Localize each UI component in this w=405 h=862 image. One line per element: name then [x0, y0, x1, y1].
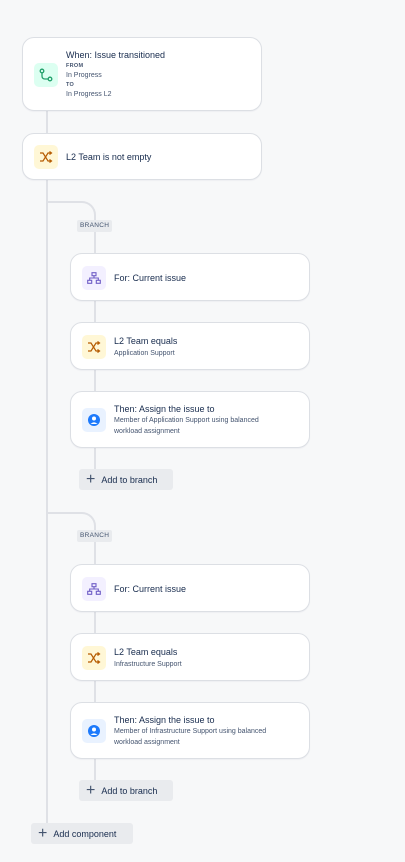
branch-1-condition-title: L2 Team equals: [114, 336, 178, 346]
plus-icon: +: [86, 470, 96, 488]
condition-title: L2 Team is not empty: [66, 152, 152, 162]
branch-2-connector-a: [94, 611, 96, 633]
trigger-from-value: In Progress: [66, 72, 102, 79]
branch-1-tag: BRANCH: [77, 220, 113, 232]
branch-1-for-title: For: Current issue: [114, 273, 187, 283]
branch-2-condition-value: Infrastructure Support: [114, 661, 182, 668]
branch-2-connector-c: [94, 758, 96, 780]
connector-trigger-condition: [46, 110, 48, 134]
plus-icon: +: [86, 781, 96, 799]
user-icon: [82, 408, 106, 432]
branch-1-connector-a: [94, 300, 96, 322]
branch-1-for-card[interactable]: For: Current issue: [70, 253, 310, 301]
branch-2-action-line1: Member of Infrastructure Support using b…: [114, 728, 267, 735]
branch-1-action-card[interactable]: Then: Assign the issue to Member of Appl…: [70, 391, 310, 448]
branch-2-connector-b: [94, 680, 96, 702]
branch-1-connector-b: [94, 369, 96, 392]
hierarchy-icon: [82, 577, 106, 601]
branch-2-condition-title: L2 Team equals: [114, 647, 178, 657]
branch-2-condition-card[interactable]: L2 Team equals Infrastructure Support: [70, 633, 310, 681]
connector-main-trunk: [46, 179, 48, 824]
trigger-card[interactable]: When: Issue transitioned FROM In Progres…: [22, 37, 262, 111]
shuffle-icon: [34, 145, 58, 169]
branch-1-action-line1: Member of Application Support using bala…: [114, 417, 259, 424]
branch-2-add-label: Add to branch: [101, 785, 158, 796]
branch-2-for-card[interactable]: For: Current issue: [70, 564, 310, 612]
plus-icon: +: [38, 824, 48, 842]
branch-2-tag: BRANCH: [77, 530, 113, 542]
branch-2-action-card[interactable]: Then: Assign the issue to Member of Infr…: [70, 702, 310, 759]
shuffle-icon: [82, 335, 106, 359]
add-component-button[interactable]: + Add component: [31, 823, 133, 844]
trigger-to-value: In Progress L2: [66, 91, 112, 98]
trigger-to-label: TO: [66, 82, 75, 88]
hierarchy-icon: [82, 266, 106, 290]
branch-1-add-label: Add to branch: [101, 474, 158, 485]
branch-2-action-line2: workload assignment: [114, 739, 180, 746]
shuffle-icon: [82, 646, 106, 670]
branch-1-add-button[interactable]: + Add to branch: [79, 469, 173, 490]
user-icon: [82, 719, 106, 743]
branch-2-for-title: For: Current issue: [114, 584, 187, 594]
trigger-from-label: FROM: [66, 63, 84, 69]
branch-1-connector-c: [94, 447, 96, 469]
branch-1-action-title: Then: Assign the issue to: [114, 404, 215, 414]
transition-icon: [34, 63, 58, 87]
branch-1-condition-card[interactable]: L2 Team equals Application Support: [70, 322, 310, 370]
trigger-title: When: Issue transitioned: [66, 50, 166, 60]
branch-1-condition-value: Application Support: [114, 350, 175, 357]
branch-1-action-line2: workload assignment: [114, 428, 180, 435]
condition-card[interactable]: L2 Team is not empty: [22, 133, 262, 180]
add-component-label: Add component: [53, 828, 117, 839]
branch-2-add-button[interactable]: + Add to branch: [79, 780, 173, 801]
branch-2-action-title: Then: Assign the issue to: [114, 715, 215, 725]
